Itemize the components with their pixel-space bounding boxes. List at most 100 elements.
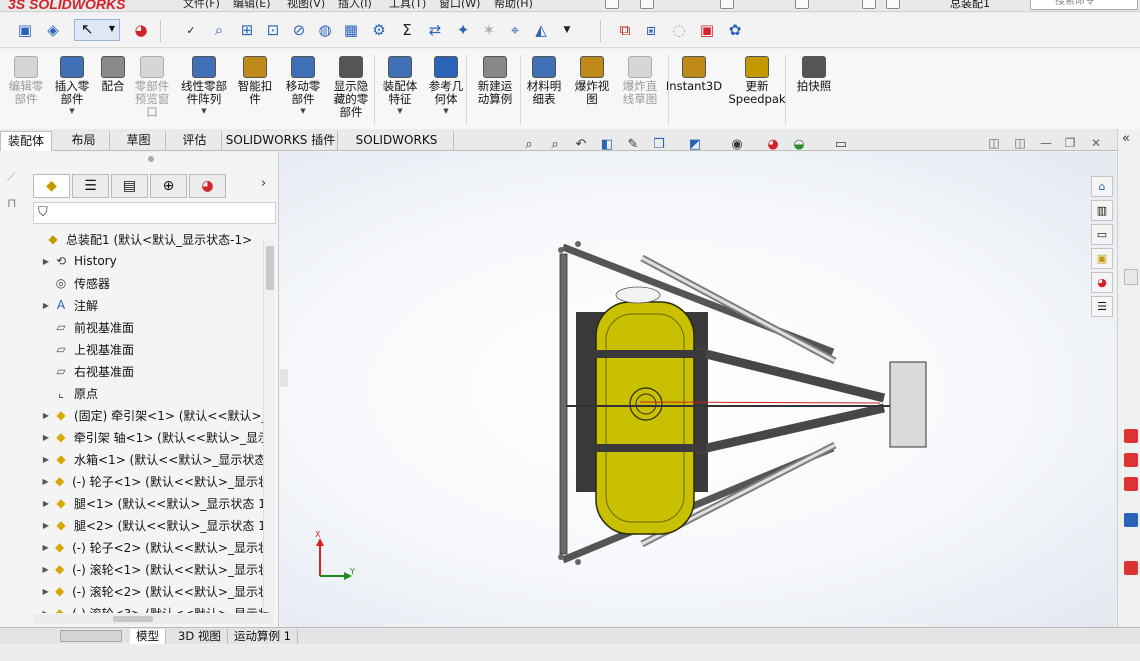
design-library-icon[interactable]: ▥ [1091, 200, 1113, 221]
chevron-down-icon[interactable]: ▼ [556, 19, 578, 41]
menu-item[interactable]: 编辑(E) [233, 0, 271, 11]
apply-scene-icon[interactable]: ◒ [788, 134, 810, 154]
tree-vertical-scrollbar[interactable] [263, 240, 275, 612]
new-document-icon[interactable] [605, 0, 619, 9]
options-gear-icon[interactable] [886, 0, 900, 9]
display-manager-tab[interactable]: ◕ [189, 174, 226, 198]
tree-item[interactable]: ▶ ◆ 腿<1> (默认<<默认>_显示状态 1 [30, 492, 270, 514]
tree-item[interactable]: ▶ ⟲ History [30, 250, 270, 272]
feature-manager-tab[interactable]: ◆ [33, 174, 70, 198]
scroll-thumb[interactable] [113, 616, 153, 622]
tree-item[interactable]: ▱ 前视基准面 [30, 316, 270, 338]
command-button[interactable]: 线性零部 件阵列 ▼ [176, 53, 232, 123]
minimize-icon[interactable]: — [1037, 136, 1055, 150]
display-style-icon[interactable]: ◩ [684, 134, 706, 154]
view-settings-icon[interactable]: ▭ [830, 134, 852, 154]
chevron-right-icon[interactable]: ▶ [40, 301, 52, 310]
tree-item[interactable]: ▶ ◆ 牵引架 轴<1> (默认<<默认>_显示 [30, 426, 270, 448]
feature-filter-input[interactable]: ⛉ [33, 202, 276, 224]
chevron-down-icon[interactable]: ▼ [397, 107, 402, 115]
view-orientation-icon[interactable]: ❒ [648, 134, 670, 154]
bottom-tab-0[interactable]: 模型 [130, 629, 166, 644]
sensor-icon[interactable]: ⚙ [368, 19, 390, 41]
mass-properties-icon[interactable]: ◍ [314, 19, 336, 41]
command-button[interactable]: 材料明 细表 [521, 53, 567, 123]
solidworks-logo[interactable]: 3S SOLIDWORKS [8, 0, 125, 11]
command-search-input[interactable]: 搜索命令 [1030, 0, 1138, 10]
restore-icon[interactable]: ❐ [1061, 136, 1079, 150]
command-button[interactable]: 配合 [96, 53, 130, 123]
interference-icon[interactable]: ⊞ [236, 19, 258, 41]
chevron-down-icon[interactable]: ▼ [443, 107, 448, 115]
side-button[interactable] [1124, 269, 1138, 285]
graphics-area[interactable]: X Y [280, 152, 1116, 627]
edit-appearance-icon[interactable]: ◕ [762, 134, 784, 154]
menu-item[interactable]: 帮助(H) [494, 0, 533, 11]
zoom-to-area-icon[interactable]: ⌕ [544, 134, 566, 154]
tree-item[interactable]: ▱ 右视基准面 [30, 360, 270, 382]
hole-alignment-icon[interactable]: ⊡ [262, 19, 284, 41]
zoom-to-fit-icon[interactable]: ⌕ [518, 134, 540, 154]
side-item-icon[interactable] [1124, 453, 1138, 467]
tree-item[interactable]: ⌞ 原点 [30, 382, 270, 404]
dimxpert-manager-tab[interactable]: ⊕ [150, 174, 187, 198]
assembly-model[interactable]: X Y [280, 152, 1116, 627]
panel-grip[interactable] [148, 156, 154, 162]
open-document-icon[interactable] [640, 0, 654, 9]
scroll-thumb[interactable] [266, 246, 274, 290]
print-icon[interactable] [720, 0, 734, 9]
chevron-right-icon[interactable]: ▶ [40, 411, 52, 420]
command-button[interactable]: 参考几 何体 ▼ [425, 53, 467, 123]
spell-check-icon[interactable]: ✓ [180, 19, 202, 41]
select-icon[interactable] [795, 0, 809, 9]
previous-view-icon[interactable]: ↶ [570, 134, 592, 154]
dimension-icon[interactable]: ⊓ [7, 196, 25, 212]
file-explorer-icon[interactable]: ▭ [1091, 224, 1113, 245]
command-button[interactable]: 拍快照 [792, 53, 836, 123]
tree-item[interactable]: ▶ ◆ (-) 滚轮<2> (默认<<默认>_显示状 [30, 580, 270, 602]
tab-5[interactable]: SOLIDWORKS MBD [340, 131, 454, 166]
tree-item[interactable]: ▶ ◆ (-) 轮子<2> (默认<<默认>_显示状 [30, 536, 270, 558]
tree-item[interactable]: ▶ ◆ (-) 轮子<1> (默认<<默认>_显示状 [30, 470, 270, 492]
sustainability-icon[interactable]: ✿ [724, 19, 746, 41]
chevron-right-icon[interactable]: ▶ [40, 455, 52, 464]
assembly-icon[interactable]: ◈ [42, 19, 64, 41]
command-button[interactable]: 移动零 部件 ▼ [280, 53, 326, 123]
chevron-right-icon[interactable]: › [261, 176, 266, 191]
close-icon[interactable]: ✕ [1087, 136, 1105, 150]
tab-3[interactable]: 评估 [168, 131, 222, 151]
tree-item[interactable]: ▶ ◆ (固定) 牵引架<1> (默认<<默认>_ [30, 404, 270, 426]
command-button[interactable]: 装配体 特征 ▼ [378, 53, 422, 123]
window-next-icon[interactable]: ◫ [1011, 136, 1029, 150]
window-prev-icon[interactable]: ◫ [985, 136, 1003, 150]
chevron-down-icon[interactable]: ▼ [69, 107, 74, 115]
chevron-right-icon[interactable]: ▶ [40, 257, 52, 266]
tree-root-assembly[interactable]: ◆ 总装配1 (默认<默认_显示状态-1> [30, 228, 270, 250]
chevron-right-icon[interactable]: ▶ [40, 609, 51, 614]
side-item-icon[interactable] [1124, 477, 1138, 491]
clearance-icon[interactable]: ⊘ [288, 19, 310, 41]
home-icon[interactable]: ⌂ [1091, 176, 1113, 197]
command-button[interactable]: 新建运 动算例 [470, 53, 520, 123]
menu-item[interactable]: 插入(I) [338, 0, 372, 11]
draft-analysis-icon[interactable]: ◭ [530, 19, 552, 41]
side-item-icon[interactable] [1124, 513, 1138, 527]
bottom-tab-1[interactable]: 3D 视图 [172, 629, 228, 644]
tab-0[interactable]: 装配体 [0, 131, 52, 151]
tab-scroll-arrows[interactable] [60, 630, 122, 642]
command-button[interactable]: 智能扣 件 [234, 53, 276, 123]
tree-item[interactable]: ▶ ◆ 水箱<1> (默认<<默认>_显示状态 [30, 448, 270, 470]
dynamic-annotation-icon[interactable]: ✎ [622, 134, 644, 154]
menu-item[interactable]: 文件(F) [183, 0, 220, 11]
appearances-icon[interactable]: ◕ [1091, 272, 1113, 293]
chevron-right-icon[interactable]: ▶ [40, 499, 52, 508]
panel-collapse-handle[interactable] [280, 369, 288, 387]
tab-1[interactable]: 布局 [58, 131, 110, 151]
file-properties-icon[interactable] [862, 0, 876, 9]
tree-item[interactable]: ▶ A 注解 [30, 294, 270, 316]
component-icon[interactable]: ▣ [14, 19, 36, 41]
chevron-right-icon[interactable]: ▶ [40, 433, 52, 442]
select-tool-button[interactable]: ↖ ▼ [74, 19, 120, 41]
configuration-manager-tab[interactable]: ▤ [111, 174, 148, 198]
command-button[interactable]: 更新 Speedpak [728, 53, 786, 123]
